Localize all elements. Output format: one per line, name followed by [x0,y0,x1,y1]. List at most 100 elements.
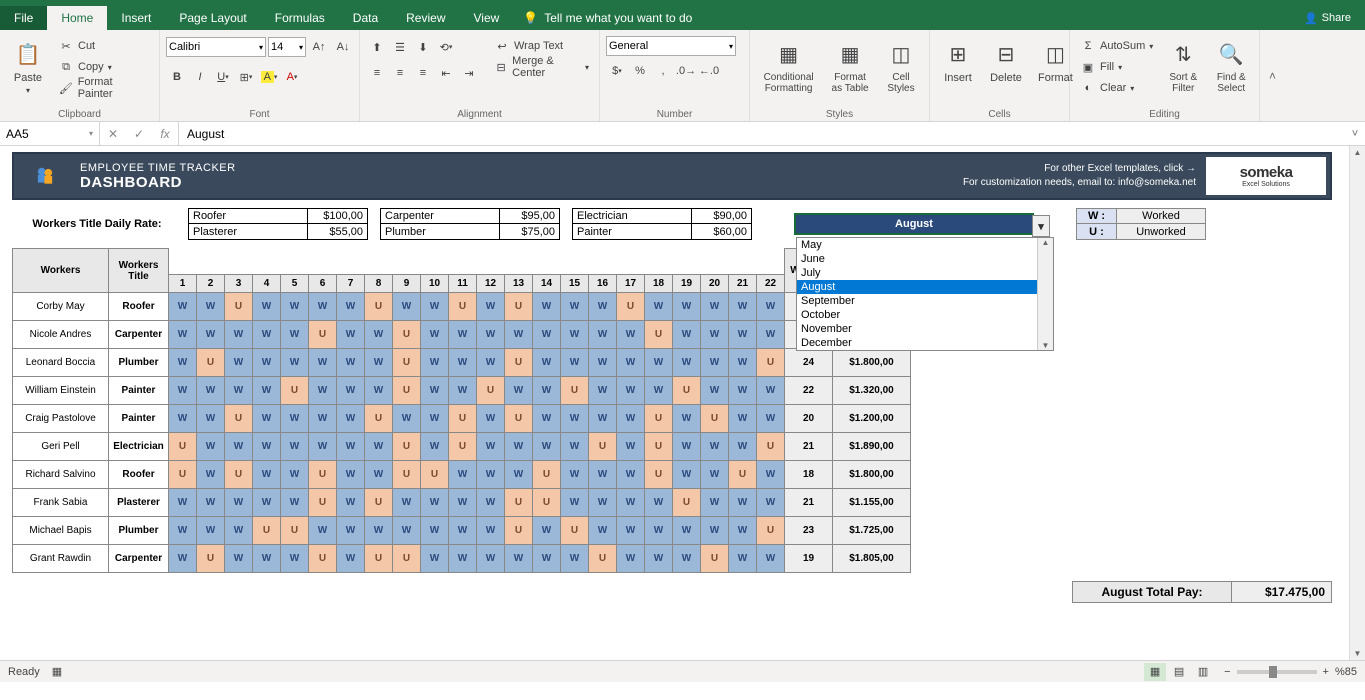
format-as-table-button[interactable]: ▦Format as Table [825,36,875,96]
day-cell[interactable]: W [421,349,449,377]
worker-title[interactable]: Carpenter [109,321,169,349]
normal-view-button[interactable]: ▦ [1144,663,1166,681]
day-cell[interactable]: W [421,517,449,545]
day-cell[interactable]: W [617,321,645,349]
day-cell[interactable]: W [337,517,365,545]
day-cell[interactable]: W [253,349,281,377]
percent-button[interactable]: % [629,60,651,82]
worker-name[interactable]: Geri Pell [13,433,109,461]
day-cell[interactable]: W [197,293,225,321]
day-cell[interactable]: W [701,293,729,321]
currency-button[interactable]: $▾ [606,60,628,82]
day-cell[interactable]: W [421,377,449,405]
day-cell[interactable]: W [729,293,757,321]
day-cell[interactable]: U [197,349,225,377]
day-cell[interactable]: W [197,377,225,405]
wrap-text-button[interactable]: ↩Wrap Text [490,36,593,56]
day-cell[interactable]: W [589,321,617,349]
insert-cells-button[interactable]: ⊞Insert [936,36,980,86]
worker-name[interactable]: Nicole Andres [13,321,109,349]
day-cell[interactable]: W [757,293,785,321]
day-cell[interactable]: U [393,461,421,489]
day-cell[interactable]: W [309,293,337,321]
day-cell[interactable]: W [197,489,225,517]
day-cell[interactable]: W [561,545,589,573]
day-cell[interactable]: W [729,433,757,461]
day-cell[interactable]: U [505,293,533,321]
day-cell[interactable]: W [729,489,757,517]
day-cell[interactable]: U [617,293,645,321]
rate-line[interactable]: Plumber$75,00 [380,224,560,240]
day-cell[interactable]: U [281,517,309,545]
month-option[interactable]: December [797,336,1053,350]
delete-cells-button[interactable]: ⊟Delete [984,36,1028,86]
day-cell[interactable]: W [757,489,785,517]
day-cell[interactable]: W [337,489,365,517]
day-cell[interactable]: W [225,377,253,405]
day-cell[interactable]: W [253,545,281,573]
tab-data[interactable]: Data [339,6,392,30]
day-cell[interactable]: W [169,545,197,573]
day-cell[interactable]: W [337,293,365,321]
day-cell[interactable]: W [393,517,421,545]
day-cell[interactable]: U [365,545,393,573]
day-cell[interactable]: U [365,405,393,433]
zoom-level[interactable]: %85 [1335,666,1357,678]
day-cell[interactable]: W [729,377,757,405]
day-cell[interactable]: W [673,405,701,433]
day-cell[interactable]: W [757,405,785,433]
font-color-button[interactable]: A▾ [281,66,303,88]
day-cell[interactable]: W [533,321,561,349]
day-cell[interactable]: U [309,321,337,349]
day-cell[interactable]: W [533,377,561,405]
increase-decimal-button[interactable]: .0→ [675,60,697,82]
day-cell[interactable]: U [645,433,673,461]
day-cell[interactable]: W [645,293,673,321]
rate-line[interactable]: Plasterer$55,00 [188,224,368,240]
rate-line[interactable]: Electrician$90,00 [572,208,752,224]
day-cell[interactable]: W [449,349,477,377]
day-cell[interactable]: U [589,545,617,573]
day-cell[interactable]: U [421,461,449,489]
day-cell[interactable]: W [309,377,337,405]
day-cell[interactable]: W [701,489,729,517]
day-cell[interactable]: W [337,321,365,349]
day-cell[interactable]: W [253,377,281,405]
day-cell[interactable]: U [393,377,421,405]
day-cell[interactable]: U [757,349,785,377]
sort-filter-button[interactable]: ⇅Sort & Filter [1161,36,1205,96]
day-cell[interactable]: W [701,377,729,405]
day-cell[interactable]: W [253,405,281,433]
day-cell[interactable]: W [449,545,477,573]
italic-button[interactable]: I [189,66,211,88]
day-cell[interactable]: W [169,349,197,377]
day-cell[interactable]: W [421,489,449,517]
day-cell[interactable]: U [449,405,477,433]
month-option[interactable]: August [797,280,1053,294]
day-cell[interactable]: W [617,461,645,489]
day-cell[interactable]: W [449,321,477,349]
tab-review[interactable]: Review [392,6,459,30]
day-cell[interactable]: W [421,433,449,461]
day-cell[interactable]: W [673,321,701,349]
worker-title[interactable]: Painter [109,405,169,433]
day-cell[interactable]: W [449,461,477,489]
day-cell[interactable]: W [337,405,365,433]
bold-button[interactable]: B [166,66,188,88]
decrease-indent-button[interactable]: ⇤ [435,62,457,84]
day-cell[interactable]: W [281,293,309,321]
day-cell[interactable]: W [505,545,533,573]
day-cell[interactable]: W [757,461,785,489]
zoom-in-button[interactable]: + [1323,666,1329,678]
dropdown-arrow-icon[interactable]: ▾ [1032,215,1050,237]
day-cell[interactable]: W [617,433,645,461]
day-cell[interactable]: W [281,545,309,573]
day-cell[interactable]: U [309,545,337,573]
format-painter-button[interactable]: 🖌Format Painter [54,78,153,98]
day-cell[interactable]: W [701,517,729,545]
worker-title[interactable]: Electrician [109,433,169,461]
day-cell[interactable]: W [561,321,589,349]
day-cell[interactable]: U [281,377,309,405]
day-cell[interactable]: W [225,489,253,517]
day-cell[interactable]: W [225,321,253,349]
